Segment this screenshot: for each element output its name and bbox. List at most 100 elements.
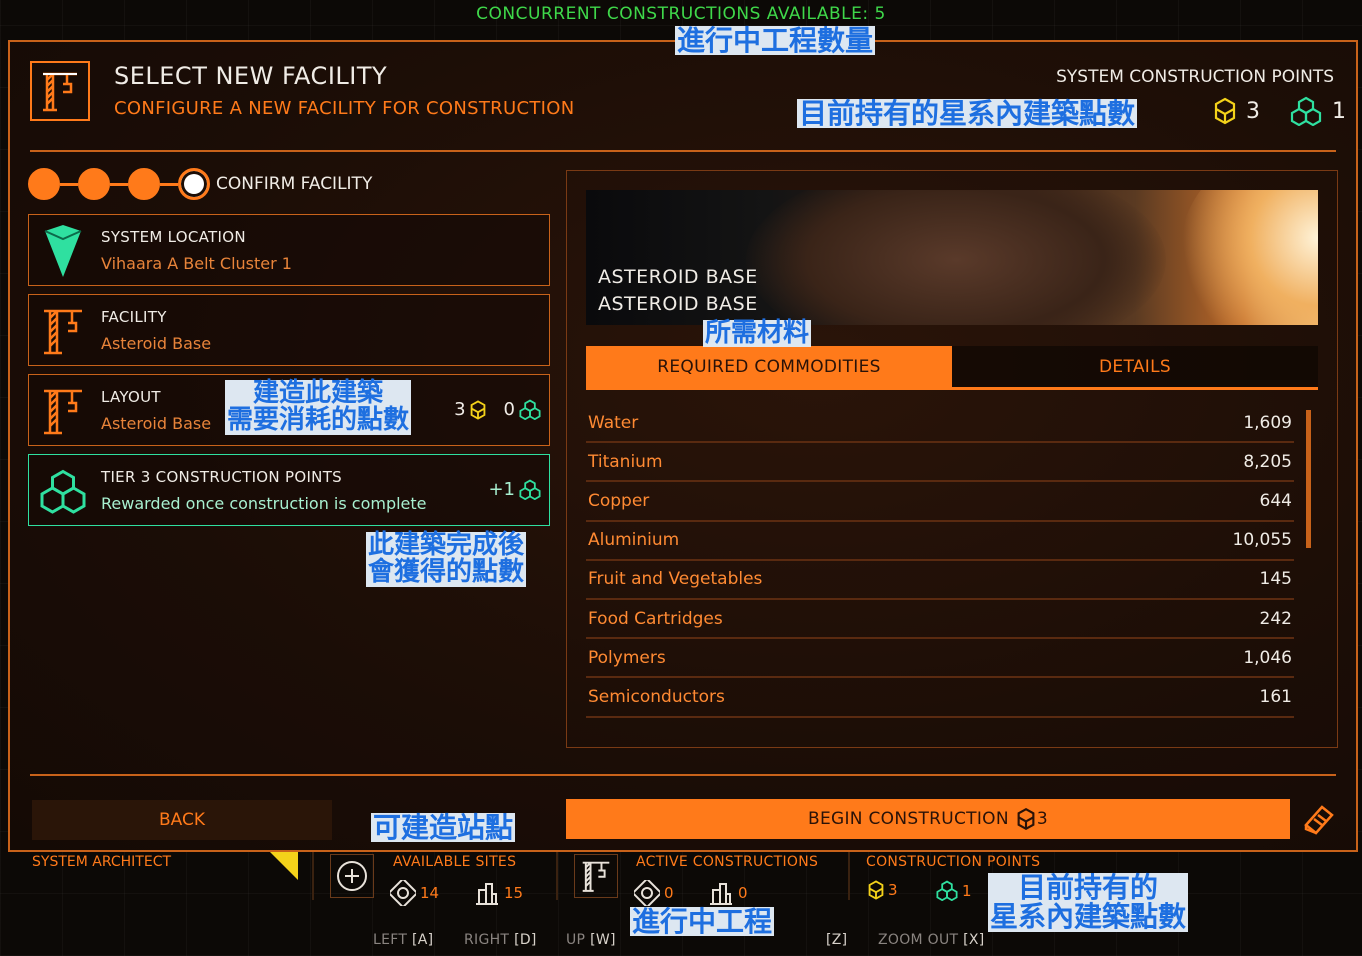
construction-points-label: CONSTRUCTION POINTS [866, 854, 1041, 870]
layout-tier2-cost: 3 [454, 399, 466, 420]
tier3-points-icon [1290, 96, 1322, 126]
crane-icon [39, 383, 87, 439]
step-4-dot[interactable] [178, 168, 210, 200]
system-location-title: SYSTEM LOCATION [101, 228, 246, 246]
orbital-site-icon [390, 880, 416, 906]
codex-book-icon[interactable] [1298, 799, 1340, 839]
key-hint-zoom-in: [Z] [826, 932, 848, 948]
key-hint-left: LEFT [A] [373, 932, 434, 948]
back-button[interactable]: BACK [32, 800, 332, 840]
facility-preview-image: ASTEROID BASE ASTEROID BASE [586, 190, 1318, 325]
tier3-points-icon [519, 399, 541, 420]
available-sites-a: 14 [390, 880, 439, 906]
system-location-card[interactable]: SYSTEM LOCATION Vihaara A Belt Cluster 1 [28, 214, 550, 286]
commodity-name: Polymers [588, 647, 666, 668]
available-sites-b: 15 [474, 880, 523, 906]
commodity-name: Copper [588, 490, 650, 511]
available-sites-a-value: 14 [420, 884, 440, 902]
commodity-row[interactable]: Titanium 8,205 [586, 443, 1294, 483]
footer-divider [30, 774, 1336, 776]
annotation-concurrent: 進行中工程數量 [675, 24, 876, 57]
add-site-icon[interactable] [330, 854, 374, 898]
active-constructions-a-value: 0 [664, 884, 674, 902]
header-divider [30, 150, 1336, 152]
layout-cost: 3 0 [454, 399, 541, 420]
tier2-points-icon [1017, 807, 1035, 831]
commodity-row[interactable]: Fruit and Vegetables 145 [586, 561, 1294, 600]
available-sites-b-value: 15 [504, 884, 524, 902]
commodity-name: Fruit and Vegetables [588, 569, 763, 590]
layout-tier3-cost: 0 [503, 399, 515, 420]
detail-tabs: REQUIRED COMMODITIES DETAILS [586, 346, 1318, 390]
tier3-points-icon [519, 479, 541, 500]
page-title: SELECT NEW FACILITY [114, 62, 388, 90]
annotation-reward: 此建築完成後 會獲得的點數 [366, 530, 527, 588]
annotation-system-points: 目前持有的星系內建築點數 [797, 97, 1138, 130]
commodity-name: Water [588, 412, 639, 433]
commodity-name: Titanium [588, 451, 663, 472]
footer-tier2-points: 3 [868, 880, 898, 900]
footer-tier3-points: 1 [936, 880, 972, 901]
facility-value: Asteroid Base [101, 334, 212, 353]
concurrent-constructions-banner: CONCURRENT CONSTRUCTIONS AVAILABLE: 5 [476, 4, 886, 24]
tier3-reward-desc: Rewarded once construction is complete [101, 494, 427, 513]
active-constructions-a: 0 [634, 880, 674, 906]
commodities-list: Water 1,609 Titanium 8,205 Copper 644 Aluminiu… [586, 404, 1294, 718]
commodity-row[interactable]: Water 1,609 [586, 404, 1294, 444]
layout-value: Asteroid Base [101, 414, 212, 433]
commodity-row[interactable]: Food Cartridges 242 [586, 600, 1294, 640]
key-hint-up: UP [W] [566, 932, 616, 948]
preview-subtitle: ASTEROID BASE [598, 293, 758, 315]
step-1-dot[interactable] [28, 168, 60, 200]
system-construction-points-label: SYSTEM CONSTRUCTION POINTS [1056, 67, 1334, 87]
commodities-scrollbar[interactable] [1306, 410, 1311, 548]
footer-tier2-value: 3 [888, 881, 898, 899]
commodity-quantity: 8,205 [1243, 451, 1292, 472]
tab-required-commodities[interactable]: REQUIRED COMMODITIES [586, 346, 952, 390]
preview-title: ASTEROID BASE [598, 266, 758, 288]
commodity-row[interactable]: Semiconductors 161 [586, 678, 1294, 718]
system-architect-label: SYSTEM ARCHITECT [32, 854, 172, 870]
tier3-points-icon [39, 463, 87, 519]
tier2-points-value: 3 [1246, 98, 1260, 124]
layout-title: LAYOUT [101, 388, 161, 406]
tier3-points-icon [936, 880, 958, 901]
commodity-quantity: 145 [1259, 569, 1292, 590]
surface-site-icon [710, 883, 732, 905]
tier3-reward-value: +1 [488, 479, 515, 500]
tier3-points-value: 1 [1332, 98, 1346, 124]
key-hint-right: RIGHT [D] [464, 932, 537, 948]
annotation-sites: 可建造站點 [371, 811, 516, 844]
orbital-site-icon [634, 880, 660, 906]
corner-marker-icon [270, 852, 298, 880]
surface-site-icon [476, 883, 498, 905]
commodity-row[interactable]: Aluminium 10,055 [586, 522, 1294, 561]
active-constructions-b: 0 [708, 880, 748, 906]
facility-card[interactable]: FACILITY Asteroid Base [28, 294, 550, 366]
commodity-name: Semiconductors [588, 686, 725, 707]
step-label: CONFIRM FACILITY [216, 174, 373, 194]
tier2-points-icon [470, 399, 485, 420]
location-marker-icon [39, 223, 87, 279]
available-sites-label: AVAILABLE SITES [393, 854, 517, 870]
step-2-dot[interactable] [78, 168, 110, 200]
step-3-dot[interactable] [128, 168, 160, 200]
system-construction-points: 3 1 [1214, 96, 1346, 126]
page-subtitle: CONFIGURE A NEW FACILITY FOR CONSTRUCTIO… [114, 98, 575, 119]
commodity-quantity: 1,609 [1243, 412, 1292, 433]
tier3-reward-amount: +1 [488, 479, 541, 500]
begin-construction-button[interactable]: BEGIN CONSTRUCTION 3 [566, 799, 1290, 839]
commodity-name: Food Cartridges [588, 608, 723, 629]
crane-icon[interactable] [574, 854, 618, 898]
annotation-cost: 建造此建築 需要消耗的點數 [225, 378, 412, 436]
commodity-row[interactable]: Polymers 1,046 [586, 639, 1294, 679]
active-constructions-b-value: 0 [738, 884, 748, 902]
crane-icon [39, 303, 87, 359]
commodity-row[interactable]: Copper 644 [586, 482, 1294, 522]
annotation-materials: 所需材料 [703, 318, 812, 348]
commodity-quantity: 1,046 [1243, 647, 1292, 668]
annotation-active: 進行中工程 [630, 905, 775, 938]
begin-construction-label: BEGIN CONSTRUCTION [808, 809, 1009, 829]
tab-details[interactable]: DETAILS [952, 346, 1318, 390]
key-hint-zoom-out: ZOOM OUT [X] [878, 932, 985, 948]
